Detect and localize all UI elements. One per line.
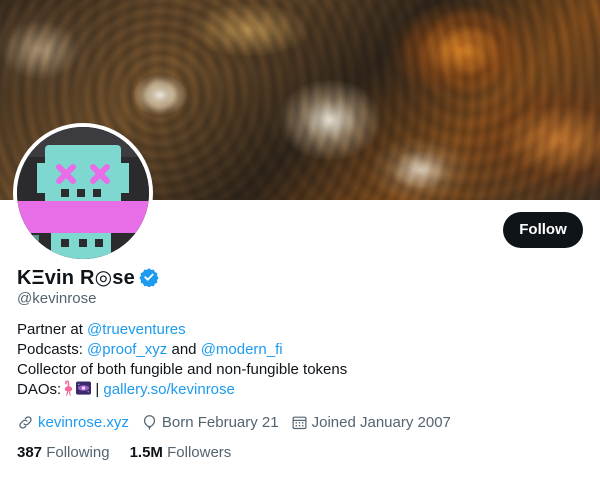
- profile-meta: kevinrose.xyz Born February 21 Joined Ja…: [17, 412, 463, 432]
- bio-line-3: Collector of both fungible and non-fungi…: [17, 361, 348, 378]
- joined-text: Joined January 2007: [311, 413, 451, 431]
- verified-badge-icon[interactable]: [139, 267, 159, 288]
- bio-line-1: Partner at @trueventures: [17, 320, 347, 340]
- follow-button[interactable]: Follow: [503, 212, 583, 248]
- profile-stats: 387 Following 1.5M Followers: [17, 444, 251, 464]
- following-label: Following: [46, 444, 110, 461]
- name-row: KΞvin R◎se: [17, 264, 159, 290]
- avatar-image: [17, 127, 149, 259]
- display-name: KΞvin R◎se: [17, 266, 135, 289]
- balloon-icon: [143, 414, 155, 430]
- followers-link[interactable]: 1.5M Followers: [130, 444, 232, 464]
- calendar-icon: [292, 416, 307, 429]
- following-count: 387: [17, 444, 43, 461]
- bio-text: and: [167, 341, 201, 358]
- website-link[interactable]: kevinrose.xyz: [38, 414, 129, 431]
- avatar[interactable]: [13, 123, 153, 263]
- bio-line-4: DAOs: | gallery.so/kevinrose: [17, 380, 347, 400]
- bio-text: |: [91, 381, 104, 398]
- bio-text: Podcasts:: [17, 341, 88, 358]
- bio-text: DAOs:: [17, 381, 62, 398]
- followers-label: Followers: [167, 444, 232, 461]
- following-link[interactable]: 387 Following: [17, 444, 110, 464]
- bio: Partner at @trueventures Podcasts: @proo…: [17, 320, 347, 400]
- handle: @kevinrose: [17, 290, 97, 307]
- meta-website: kevinrose.xyz: [17, 414, 129, 431]
- galaxy-emoji-icon: [76, 380, 92, 396]
- flamingo-emoji-icon: [61, 380, 76, 396]
- followers-count: 1.5M: [129, 444, 163, 461]
- meta-birthday: Born February 21: [141, 414, 279, 431]
- mention-proof-xyz[interactable]: @proof_xyz: [87, 341, 167, 358]
- bio-line-2: Podcasts: @proof_xyz and @modern_fi: [17, 340, 347, 360]
- birthday-text: Born February 21: [161, 413, 279, 431]
- mention-trueventures[interactable]: @trueventures: [87, 321, 186, 338]
- bio-text: Partner at: [17, 321, 88, 338]
- meta-joined: Joined January 2007: [291, 414, 451, 431]
- mention-modern-fi[interactable]: @modern_fi: [201, 341, 283, 358]
- gallery-link[interactable]: gallery.so/kevinrose: [103, 381, 234, 398]
- link-icon: [19, 415, 32, 429]
